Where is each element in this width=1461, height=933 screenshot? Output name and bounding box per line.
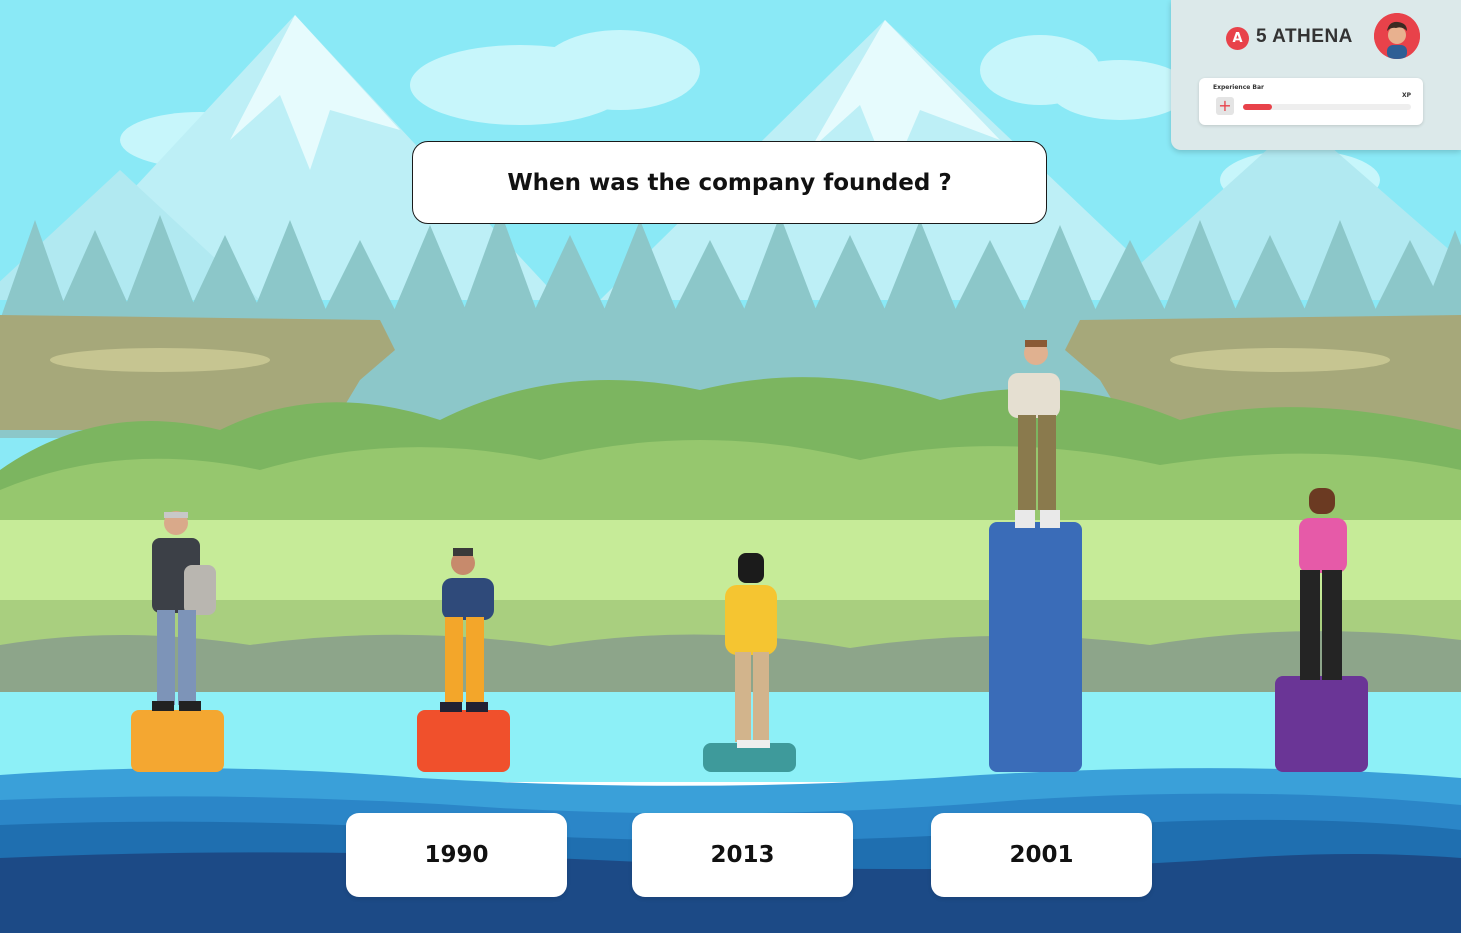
player-name: 5 ATHENA (1256, 26, 1353, 47)
experience-bar-track (1243, 104, 1411, 110)
girl-yellow-sweater-figure (725, 553, 777, 748)
answer-button-1[interactable]: 1990 (346, 813, 567, 897)
podium-5 (1275, 676, 1368, 772)
game-scene: When was the company founded ? A 5 ATHEN… (0, 0, 1461, 933)
plus-icon[interactable]: + (1216, 97, 1234, 115)
answer-label-3: 2001 (1009, 842, 1074, 868)
question-box: When was the company founded ? (412, 141, 1047, 224)
podium-2 (417, 710, 510, 772)
xp-unit-label: XP (1401, 92, 1411, 99)
man-glasses-figure (1008, 340, 1060, 528)
podium-4 (989, 522, 1082, 772)
player-panel: A 5 ATHENA Experience Bar XP + (1171, 0, 1461, 150)
boy-avatar-icon[interactable] (1374, 13, 1420, 59)
experience-bar-fill (1243, 104, 1272, 110)
experience-bar-label: Experience Bar (1213, 84, 1264, 91)
woman-pink-shirt-figure (1299, 488, 1347, 680)
player-badge: A (1226, 27, 1249, 50)
answer-label-2: 2013 (710, 842, 775, 868)
answer-button-3[interactable]: 2001 (931, 813, 1152, 897)
podium-1 (131, 710, 224, 772)
answer-label-1: 1990 (424, 842, 489, 868)
question-text: When was the company founded ? (507, 169, 952, 196)
boy-figure (440, 548, 494, 712)
answer-button-2[interactable]: 2013 (632, 813, 853, 897)
experience-bar-card: Experience Bar XP + (1199, 78, 1423, 125)
older-man-figure (152, 511, 216, 711)
